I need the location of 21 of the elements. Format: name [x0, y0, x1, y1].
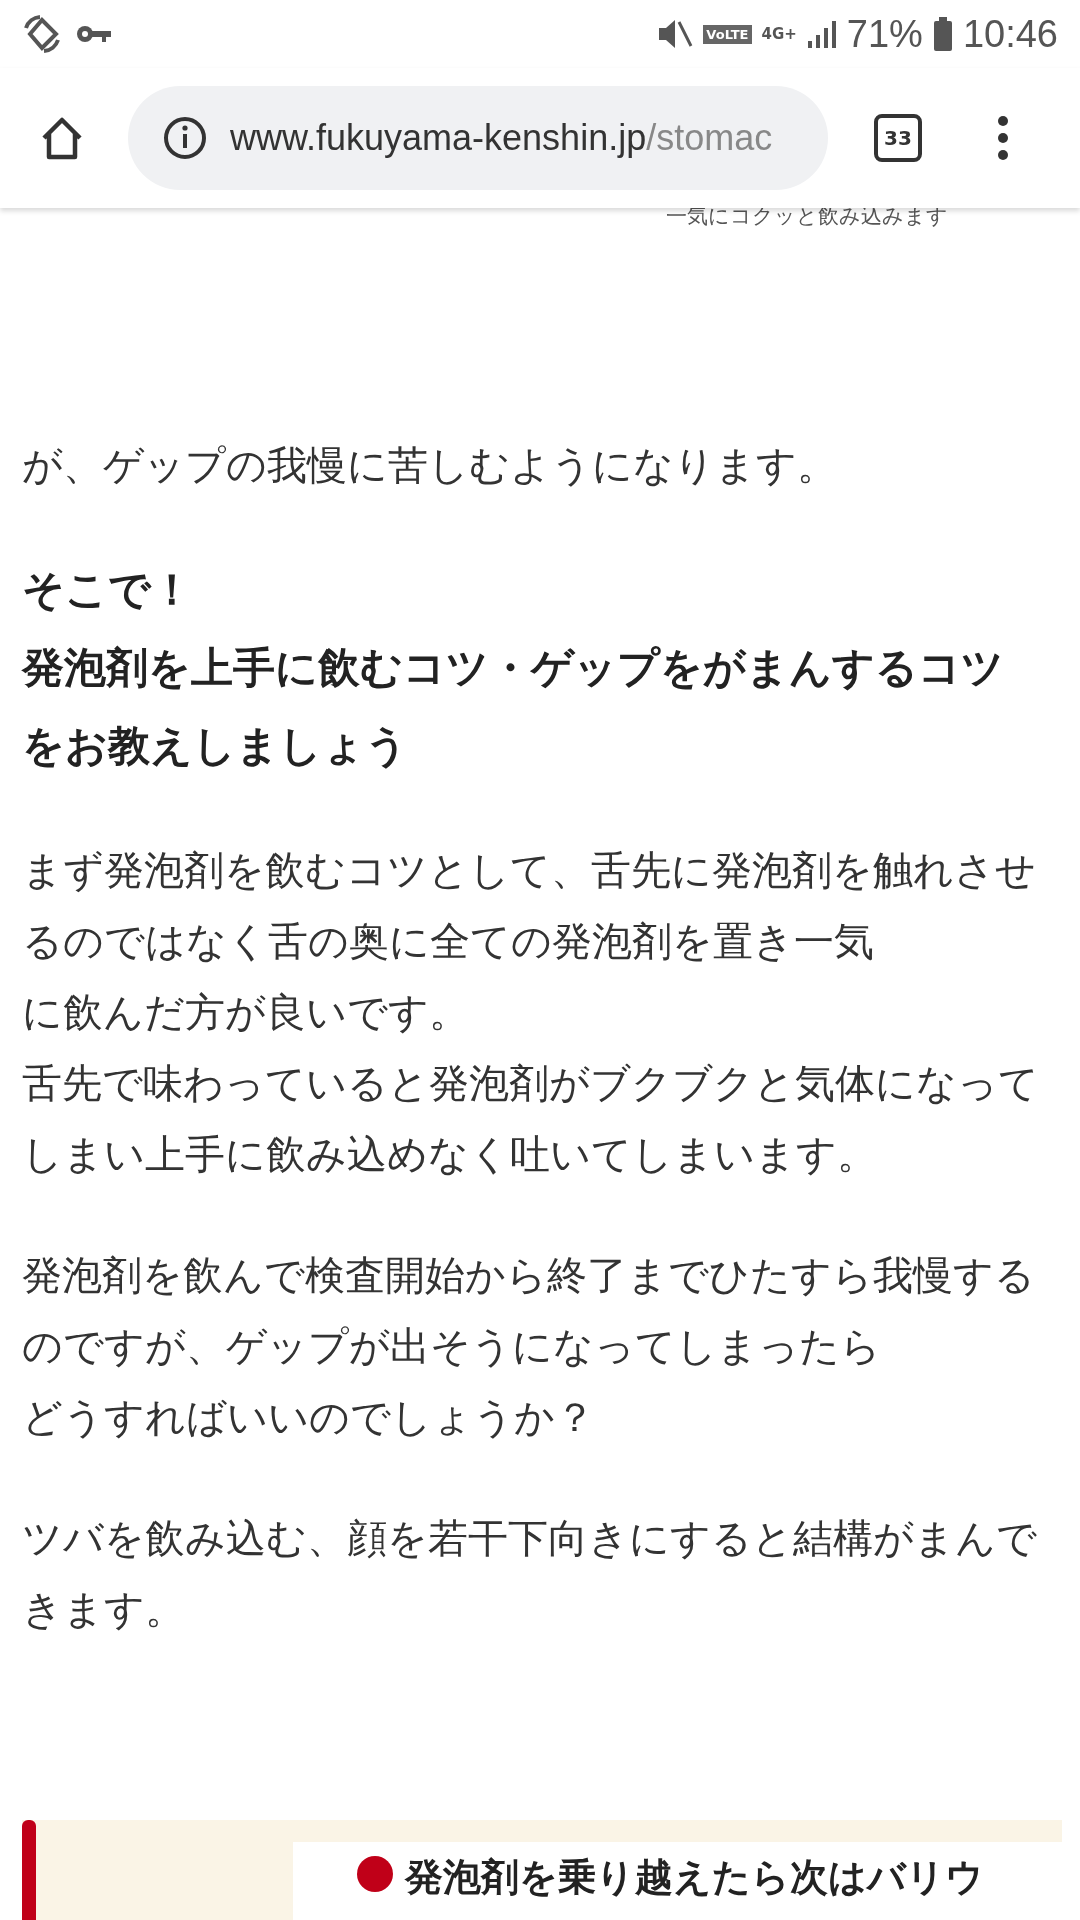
- url-text: www.fukuyama-kenshin.jp/stomac: [230, 117, 773, 159]
- clock: 10:46: [962, 12, 1058, 56]
- signal-icon: [806, 19, 837, 49]
- paragraph: ツバを飲み込む、顔を若干下向きにすると結構がまんで きます。: [22, 1514, 1038, 1634]
- heading: そこで！ 発泡剤を上手に飲むコツ・ゲップをがまんするコツ をお教えしましょう: [22, 564, 1005, 772]
- volte-badge: VoLTE: [703, 24, 752, 44]
- info-icon: [162, 115, 208, 161]
- menu-icon[interactable]: [996, 115, 1010, 161]
- network-type: 4G+: [761, 25, 797, 43]
- paragraph: まず発泡剤を飲むコツとして、舌先に発泡剤を触れさせ るのではなく舌の奥に全ての発泡剤を置き一気 に飲んだ方が良いです。 舌先で味わっていると発泡剤がブクブクと気体になって しまい上手に飲み込めなく吐いてしまいます。: [22, 846, 1040, 1179]
- battery-icon: [932, 17, 953, 51]
- rotate-icon: [22, 14, 62, 54]
- key-icon: [76, 23, 112, 45]
- tab-count-button[interactable]: 33: [874, 114, 922, 162]
- section-title: 発泡剤を乗り越えたら次はバリウ: [405, 1854, 984, 1901]
- paragraph: 発泡剤を飲んで検査開始から終了までひたすら我慢する のですが、ゲップが出そうになってしまったら どうすればいいのでしょうか？: [22, 1251, 1036, 1442]
- mute-icon: [657, 17, 694, 51]
- paragraph: が、ゲップの我慢に苦しむようになります。: [22, 441, 838, 490]
- battery-percent: 71%: [846, 12, 923, 56]
- address-bar[interactable]: www.fukuyama-kenshin.jp/stomac: [128, 86, 828, 190]
- bullet-icon: [357, 1856, 393, 1892]
